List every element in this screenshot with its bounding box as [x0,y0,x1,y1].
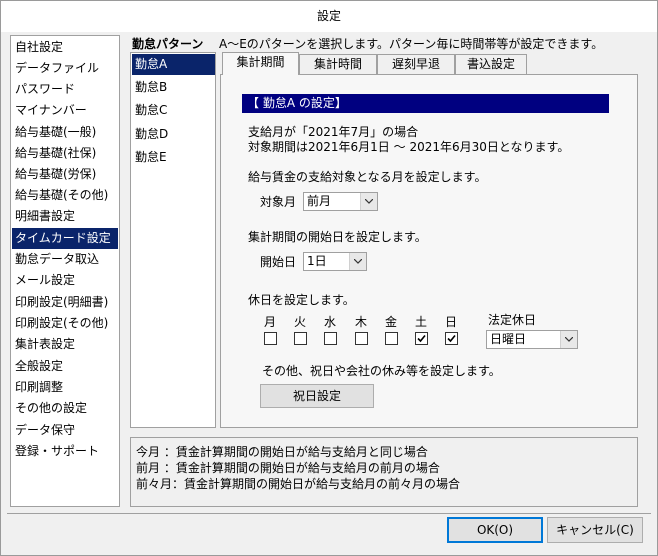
sidebar-item-my-number[interactable]: マイナンバー [12,100,118,121]
sidebar-item-print-statement[interactable]: 印刷設定(明細書) [12,292,118,313]
sidebar-item-statement[interactable]: 明細書設定 [12,206,118,227]
tab-aggregation-period[interactable]: 集計期間 [222,52,299,75]
checkmark-icon [417,334,426,343]
info-line: 前月 ：賃金計算期間の開始日が給与支給月の前月の場合 [136,461,440,475]
dialog-client: 自社設定 データファイル パスワード マイナンバー 給与基礎(一般) 給与基礎(… [7,32,651,551]
target-month-value: 前月 [307,194,332,208]
holiday-settings-button[interactable]: 祝日設定 [260,384,374,408]
sidebar-item-company[interactable]: 自社設定 [12,37,118,58]
pattern-item-a[interactable]: 勤怠A [132,54,215,75]
start-day-value: 1日 [307,254,327,268]
sidebar-item-general[interactable]: 全般設定 [12,356,118,377]
holiday-checkbox-wed[interactable] [324,332,337,345]
sidebar-item-summary-table[interactable]: 集計表設定 [12,334,118,355]
legal-holiday-select[interactable]: 日曜日 [486,330,578,349]
holiday-checkbox-tue[interactable] [294,332,307,345]
sidebar-item-salary-other[interactable]: 給与基礎(その他) [12,185,118,206]
holiday-checkbox-thu[interactable] [355,332,368,345]
tab-late-early[interactable]: 遅刻早退 [377,54,455,74]
target-month-label: 対象月 [260,195,297,209]
chevron-down-icon[interactable] [560,331,577,348]
info-line: 前々月：賃金計算期間の開始日が給与支給月の前々月の場合 [136,477,461,491]
sidebar-item-data-maintenance[interactable]: データ保守 [12,420,118,441]
footer-divider [7,513,651,514]
section-description: A～Eのパターンを選択します。パターン毎に時間帯等が設定できます。 [219,37,604,51]
holiday-checkbox-mon[interactable] [264,332,277,345]
pattern-list[interactable]: 勤怠A 勤怠B 勤怠C 勤怠D 勤怠E [130,52,216,428]
sidebar-item-password[interactable]: パスワード [12,79,118,100]
weekday-label-tue: 火 [294,315,307,329]
sidebar-item-attendance-import[interactable]: 勤怠データ取込 [12,249,118,270]
sidebar-item-data-file[interactable]: データファイル [12,58,118,79]
weekday-label-mon: 月 [264,315,277,329]
settings-window: 設定 自社設定 データファイル パスワード マイナンバー 給与基礎(一般) 給与… [0,0,658,556]
pattern-item-d[interactable]: 勤怠D [132,124,215,145]
other-holidays-text: その他、祝日や会社の休み等を設定します。 [262,364,501,378]
weekday-label-sun: 日 [445,315,458,329]
sidebar-item-salary-general[interactable]: 給与基礎(一般) [12,122,118,143]
holiday-heading: 休日を設定します。 [248,293,355,307]
tab-aggregation-time[interactable]: 集計時間 [299,54,377,74]
start-day-label: 開始日 [260,255,297,269]
sidebar-item-registration-support[interactable]: 登録・サポート [12,441,118,462]
start-day-select[interactable]: 1日 [303,252,367,271]
pattern-item-b[interactable]: 勤怠B [132,77,215,98]
section-title: 勤怠パターン [132,37,204,51]
pattern-item-e[interactable]: 勤怠E [132,147,215,168]
cancel-button[interactable]: キャンセル(C) [547,517,643,543]
weekday-label-thu: 木 [355,315,368,329]
tab-write-settings[interactable]: 書込設定 [455,54,527,74]
info-line: 今月 ：賃金計算期間の開始日が給与支給月と同じ場合 [136,445,428,459]
sidebar-item-salary-labor-insurance[interactable]: 給与基礎(労保) [12,164,118,185]
target-period-text: 対象期間は2021年6月1日 ～ 2021年6月30日となります。 [248,140,570,154]
info-box: 今月 ：賃金計算期間の開始日が給与支給月と同じ場合 前月 ：賃金計算期間の開始日… [130,437,638,507]
pattern-settings-banner: 【 勤怠A の設定】 [242,94,609,113]
holiday-checkbox-sun[interactable] [445,332,458,345]
chevron-down-icon[interactable] [349,253,366,270]
target-month-select[interactable]: 前月 [303,192,378,211]
weekday-label-sat: 土 [415,315,428,329]
sidebar-item-timecard[interactable]: タイムカード設定 [12,228,118,249]
legal-holiday-label: 法定休日 [488,313,537,327]
sidebar-item-salary-social-insurance[interactable]: 給与基礎(社保) [12,143,118,164]
settings-category-list[interactable]: 自社設定 データファイル パスワード マイナンバー 給与基礎(一般) 給与基礎(… [10,35,120,507]
weekday-label-fri: 金 [385,315,398,329]
checkmark-icon [447,334,456,343]
target-month-heading: 給与賃金の支給対象となる月を設定します。 [248,170,487,184]
sidebar-item-mail[interactable]: メール設定 [12,270,118,291]
sidebar-item-print-other[interactable]: 印刷設定(その他) [12,313,118,334]
holiday-checkbox-sat[interactable] [415,332,428,345]
pattern-item-c[interactable]: 勤怠C [132,100,215,121]
weekday-label-wed: 水 [324,315,337,329]
chevron-down-icon[interactable] [360,193,377,210]
start-day-heading: 集計期間の開始日を設定します。 [248,230,427,244]
sidebar-item-other-settings[interactable]: その他の設定 [12,398,118,419]
holiday-checkbox-fri[interactable] [385,332,398,345]
sidebar-item-print-adjust[interactable]: 印刷調整 [12,377,118,398]
ok-button[interactable]: OK(O) [447,517,543,543]
legal-holiday-value: 日曜日 [490,332,527,346]
window-title: 設定 [1,1,657,32]
